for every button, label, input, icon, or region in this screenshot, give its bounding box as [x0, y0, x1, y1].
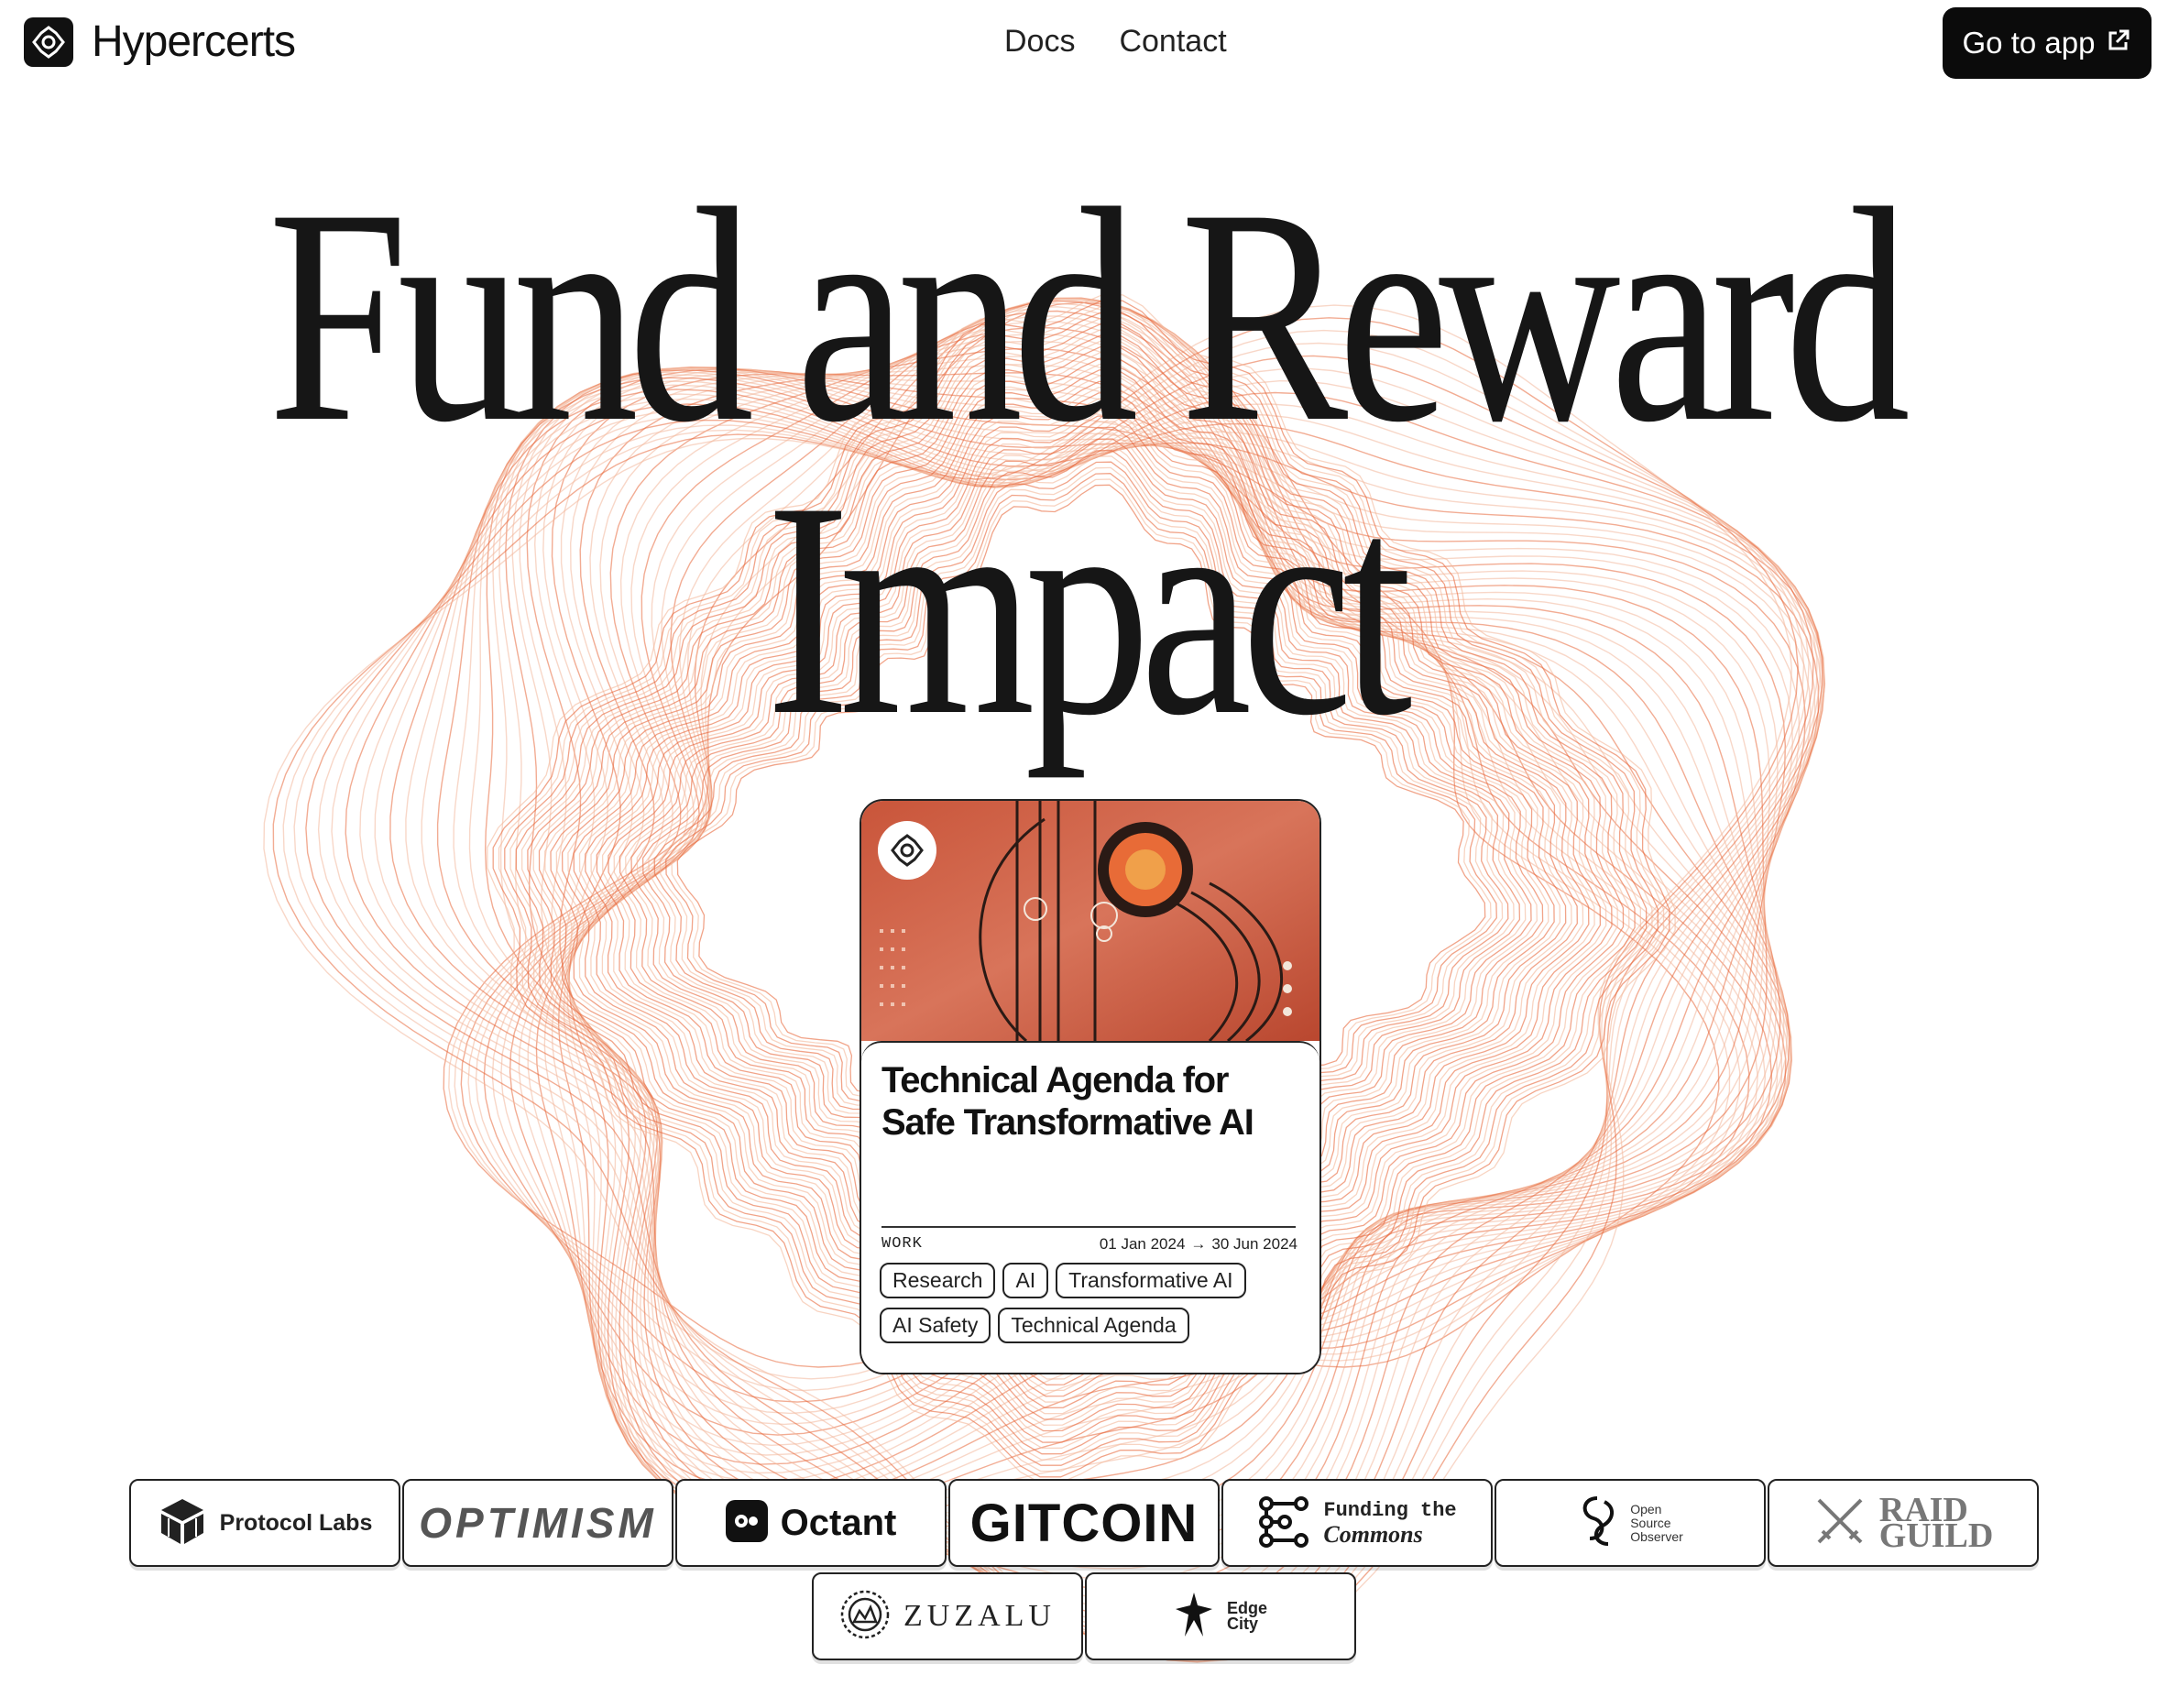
card-start-date: 01 Jan 2024 — [1099, 1235, 1186, 1253]
edge-city-label: Edge City — [1226, 1600, 1267, 1633]
brand[interactable]: Hypercerts — [24, 16, 296, 67]
oso-label-line-2: Source — [1630, 1515, 1671, 1530]
ftc-label: Funding the Commons — [1323, 1499, 1456, 1547]
card-kind: WORK — [881, 1235, 923, 1253]
hypercert-badge-icon — [878, 821, 936, 880]
zuzalu-emblem-icon — [839, 1589, 891, 1645]
partner-open-source-observer[interactable]: Open Source Observer — [1495, 1479, 1766, 1567]
hypercerts-logo-icon — [24, 16, 73, 67]
tag-ai: AI — [1002, 1263, 1049, 1298]
tag-transformative-ai: Transformative AI — [1056, 1263, 1246, 1298]
oso-label: Open Source Observer — [1630, 1501, 1683, 1544]
hero-heading-line-2: Impact — [766, 439, 1412, 779]
go-to-app-label: Go to app — [1962, 26, 2096, 60]
protocol-labs-cube-icon — [158, 1496, 207, 1550]
card-divider — [881, 1226, 1296, 1228]
brand-name: Hypercerts — [92, 17, 296, 66]
partner-gitcoin[interactable]: GITCOIN — [948, 1479, 1220, 1567]
gitcoin-label: GITCOIN — [969, 1493, 1199, 1553]
tag-ai-safety: AI Safety — [880, 1308, 991, 1343]
go-to-app-button[interactable]: Go to app — [1943, 7, 2152, 79]
oso-label-line-1: Open — [1630, 1501, 1662, 1516]
top-navigation: Hypercerts Docs Contact Go to app — [0, 0, 2168, 88]
tag-research: Research — [880, 1263, 996, 1298]
hypercert-card[interactable]: Technical Agenda for Safe Transformative… — [860, 799, 1321, 1374]
octant-label: Octant — [780, 1502, 897, 1543]
card-tags: Research AI Transformative AI AI Safety … — [880, 1263, 1310, 1343]
arrow-right-icon: → — [1190, 1235, 1207, 1253]
ftc-label-line-1: Funding the — [1323, 1499, 1457, 1522]
edge-city-bird-icon — [1174, 1591, 1214, 1643]
partner-funding-the-commons[interactable]: Funding the Commons — [1221, 1479, 1493, 1567]
tag-technical-agenda: Technical Agenda — [998, 1308, 1189, 1343]
raid-guild-swords-icon — [1813, 1494, 1867, 1552]
oso-label-line-3: Observer — [1630, 1528, 1683, 1544]
zuzalu-label: ZUZALU — [903, 1599, 1056, 1633]
external-link-icon — [2106, 26, 2131, 60]
card-dates: 01 Jan 2024 → 30 Jun 2024 — [1100, 1235, 1298, 1254]
ftc-network-icon — [1257, 1494, 1310, 1552]
partner-logos-row-1: Protocol Labs OPTIMISM Octant GITCOIN Fu… — [0, 1479, 2168, 1567]
hero-heading-line-1: Fund and Reward — [268, 146, 1911, 486]
partner-octant[interactable]: Octant — [675, 1479, 947, 1567]
partner-zuzalu[interactable]: ZUZALU — [812, 1572, 1083, 1660]
optimism-label: OPTIMISM — [419, 1499, 657, 1547]
partner-protocol-labs[interactable]: Protocol Labs — [129, 1479, 400, 1567]
raid-guild-label: RAID GUILD — [1878, 1493, 1994, 1555]
card-title: Technical Agenda for Safe Transformative… — [881, 1060, 1254, 1143]
octant-icon — [725, 1499, 768, 1547]
card-body: Technical Agenda for Safe Transformative… — [861, 1041, 1319, 1373]
partner-raid-guild[interactable]: RAID GUILD — [1768, 1479, 2039, 1567]
oso-swirl-icon — [1577, 1494, 1617, 1552]
nav-docs-link[interactable]: Docs — [1004, 24, 1075, 60]
protocol-labs-label: Protocol Labs — [219, 1509, 373, 1536]
ftc-label-line-2: Commons — [1323, 1521, 1423, 1548]
edge-city-line-2: City — [1226, 1615, 1258, 1633]
raid-guild-line-2: GUILD — [1878, 1516, 1994, 1555]
main-nav: Docs Contact — [1004, 24, 1227, 60]
card-end-date: 30 Jun 2024 — [1211, 1235, 1298, 1253]
nav-contact-link[interactable]: Contact — [1119, 24, 1226, 60]
partner-edge-city[interactable]: Edge City — [1085, 1572, 1356, 1660]
partner-optimism[interactable]: OPTIMISM — [402, 1479, 673, 1567]
partner-logos-row-2: ZUZALU Edge City — [0, 1572, 2168, 1660]
